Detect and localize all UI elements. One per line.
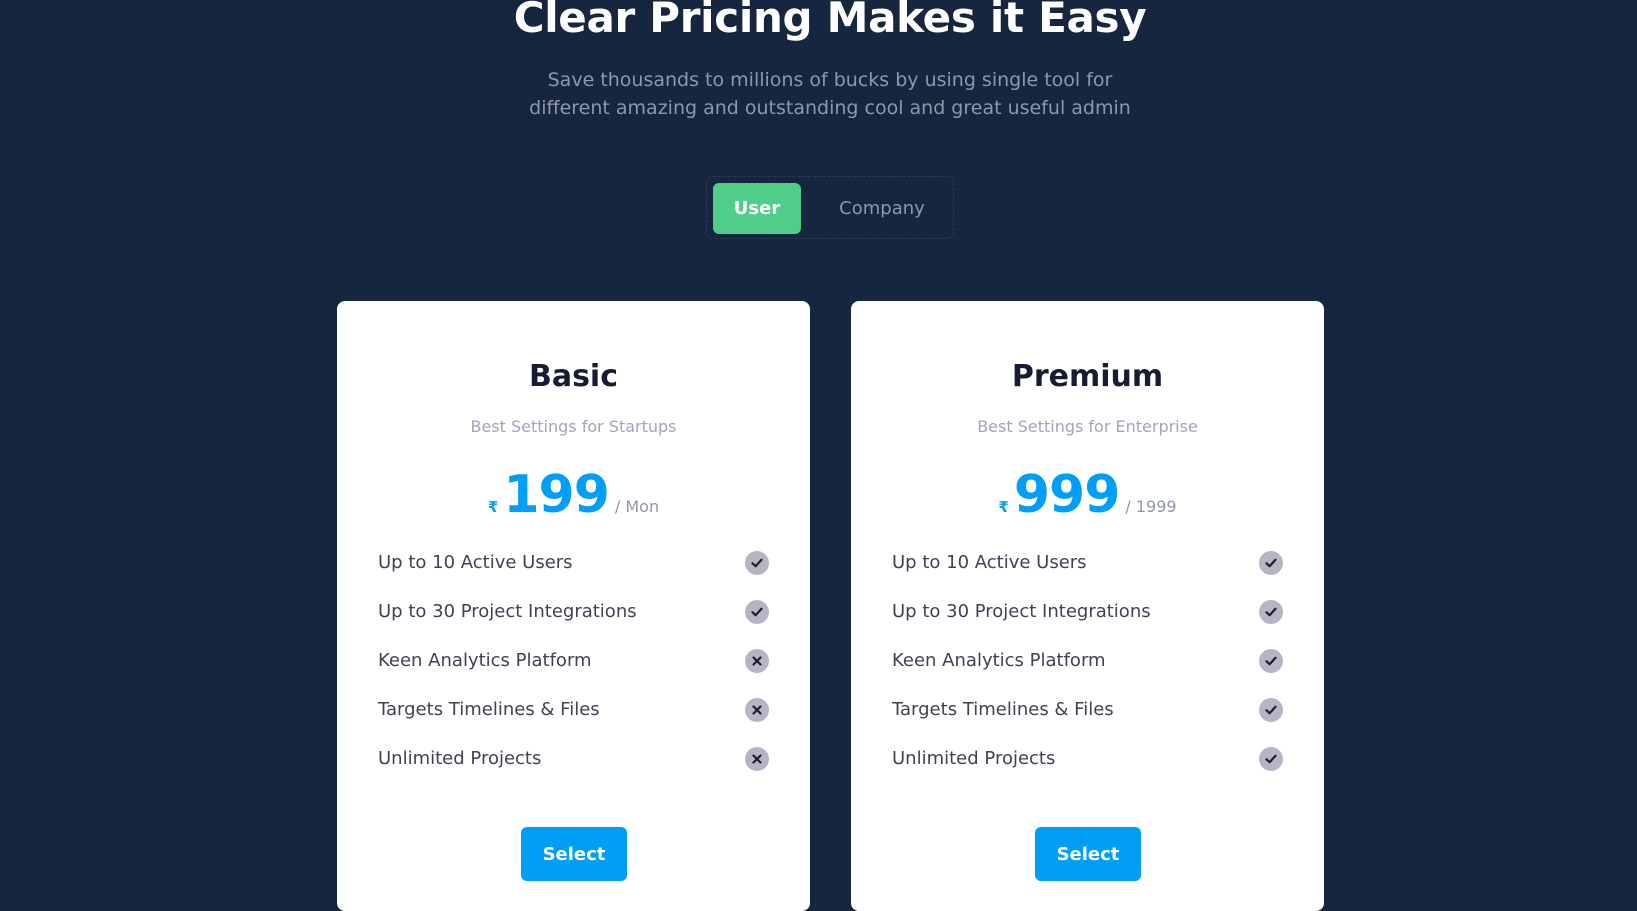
- pricing-card-premium: Premium Best Settings for Enterprise ₹ 9…: [851, 301, 1324, 911]
- feature-label: Up to 30 Project Integrations: [378, 601, 637, 622]
- plan-description: Best Settings for Startups: [470, 417, 677, 436]
- price-period: / Mon: [614, 497, 660, 516]
- feature-label: Keen Analytics Platform: [378, 650, 592, 671]
- select-basic-button[interactable]: Select: [521, 827, 627, 881]
- currency-symbol: ₹: [998, 498, 1009, 516]
- plan-name: Basic: [528, 359, 619, 394]
- feature-label: Unlimited Projects: [892, 748, 1056, 769]
- feature-label: Up to 10 Active Users: [378, 552, 573, 573]
- feature-label: Up to 10 Active Users: [892, 552, 1087, 573]
- feature-list: Up to 10 Active Users Up to 30 Project In…: [892, 538, 1283, 783]
- feature-label: Up to 30 Project Integrations: [892, 601, 1151, 622]
- plan-description: Best Settings for Enterprise: [977, 417, 1198, 436]
- feature-item: Up to 10 Active Users: [378, 538, 769, 587]
- pricing-page: Clear Pricing Makes it Easy Save thousan…: [0, 0, 1637, 911]
- plan-type-toggle: User Company: [706, 176, 954, 239]
- check-icon: [1259, 697, 1283, 722]
- feature-label: Targets Timelines & Files: [892, 699, 1114, 720]
- check-icon: [745, 599, 769, 624]
- feature-item: Targets Timelines & Files: [378, 685, 769, 734]
- price: ₹ 999 / 1999: [851, 465, 1324, 525]
- price-period: / 1999: [1125, 497, 1177, 516]
- feature-label: Keen Analytics Platform: [892, 650, 1106, 671]
- select-premium-button[interactable]: Select: [1035, 827, 1141, 881]
- toggle-user-button[interactable]: User: [713, 183, 801, 234]
- feature-item: Keen Analytics Platform: [378, 636, 769, 685]
- plan-name: Premium: [1011, 359, 1164, 394]
- feature-item: Unlimited Projects: [892, 734, 1283, 783]
- check-icon: [1259, 746, 1283, 771]
- cross-icon: [745, 648, 769, 673]
- check-icon: [1259, 648, 1283, 673]
- feature-item: Targets Timelines & Files: [892, 685, 1283, 734]
- cross-icon: [745, 746, 769, 771]
- price-amount: 999: [1013, 465, 1121, 525]
- feature-item: Up to 30 Project Integrations: [378, 587, 769, 636]
- page-title: Clear Pricing Makes it Easy: [513, 0, 1147, 42]
- feature-label: Targets Timelines & Files: [378, 699, 600, 720]
- page-subtitle: Save thousands to millions of bucks by u…: [529, 69, 1131, 119]
- price-amount: 199: [503, 465, 610, 525]
- check-icon: [1259, 599, 1283, 624]
- toggle-company-button[interactable]: Company: [817, 183, 947, 234]
- currency-symbol: ₹: [487, 498, 499, 516]
- feature-label: Unlimited Projects: [378, 748, 542, 769]
- pricing-card-basic: Basic Best Settings for Startups ₹ 199 /…: [337, 301, 810, 911]
- feature-item: Keen Analytics Platform: [892, 636, 1283, 685]
- check-icon: [745, 550, 769, 575]
- price: ₹ 199 / Mon: [337, 465, 810, 525]
- feature-item: Unlimited Projects: [378, 734, 769, 783]
- cross-icon: [745, 697, 769, 722]
- feature-item: Up to 10 Active Users: [892, 538, 1283, 587]
- check-icon: [1259, 550, 1283, 575]
- feature-list: Up to 10 Active Users Up to 30 Project In…: [378, 538, 769, 783]
- feature-item: Up to 30 Project Integrations: [892, 587, 1283, 636]
